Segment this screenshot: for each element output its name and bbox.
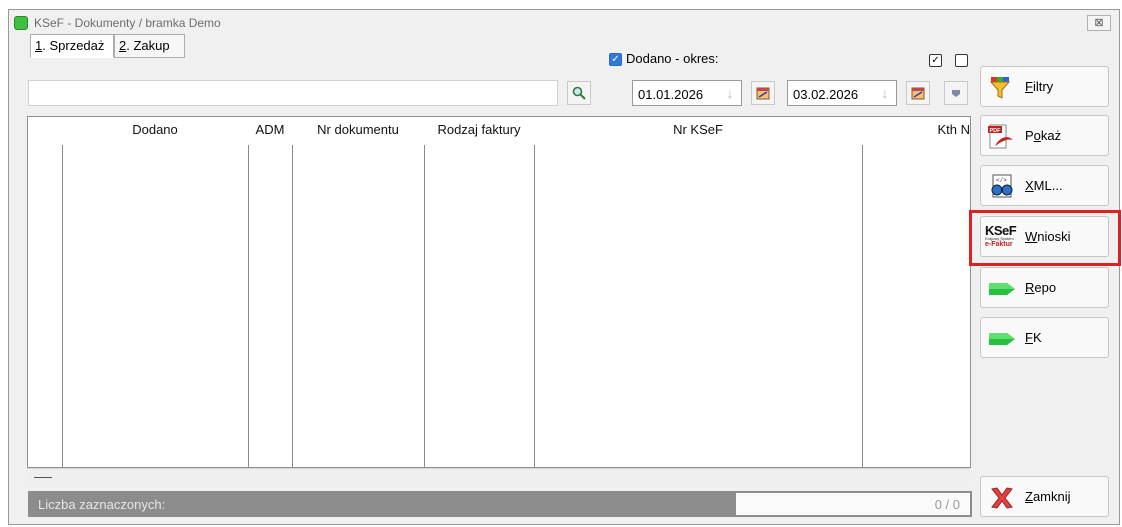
zamknij-label-rest: amknij [1032, 489, 1071, 504]
search-button[interactable] [567, 81, 591, 105]
pokaz-label: Pokaż [1025, 128, 1061, 143]
xml-button[interactable]: </> XML... [980, 165, 1109, 206]
fk-label-rest: K [1032, 330, 1042, 345]
pokaz-label-prefix: P [1025, 128, 1034, 143]
grid-footer-scroll[interactable] [28, 468, 970, 486]
pokaz-button[interactable]: PDF Pokaż [980, 115, 1109, 156]
date-to-spin-icon[interactable]: ↓ [878, 84, 892, 102]
pokaz-label-rest: każ [1040, 128, 1062, 143]
date-from-calendar-button[interactable] [751, 81, 775, 105]
status-count-box: 0 / 0 [736, 493, 970, 515]
deselect-all-checkbox[interactable] [955, 54, 968, 67]
tab-sprzedaz[interactable]: 1. Sprzedaż [30, 34, 114, 58]
search-input[interactable] [28, 80, 558, 106]
fk-label: FK [1025, 330, 1042, 345]
close-x-icon [991, 487, 1013, 509]
date-to-calendar-button[interactable] [906, 81, 930, 105]
tab-zakup-label: . Zakup [126, 38, 170, 53]
col-divider [424, 145, 425, 467]
fk-hotkey: F [1025, 330, 1033, 345]
filtry-hotkey: F [1025, 79, 1033, 94]
fk-button[interactable]: FK [980, 317, 1109, 358]
repo-button[interactable]: Repo [980, 267, 1109, 308]
range-label: Dodano - okres: [626, 51, 719, 66]
app-logo-icon [14, 16, 28, 30]
zamknij-button[interactable]: Zamknij [980, 476, 1109, 517]
window-title: KSeF - Dokumenty / bramka Demo [34, 16, 221, 30]
col-divider [248, 145, 249, 467]
chevron-down-icon [952, 90, 960, 97]
date-to-field[interactable]: 03.02.2026 ↓ [787, 80, 897, 106]
col-header-adm[interactable]: ADM [248, 122, 292, 137]
status-bar: Liczba zaznaczonych: 0 / 0 [28, 491, 972, 517]
date-from-value: 01.01.2026 [638, 87, 704, 102]
calendar-icon [756, 87, 770, 100]
green-arrow-icon [989, 333, 1015, 345]
tab-sprzedaz-label: . Sprzedaż [42, 38, 105, 53]
window-close-button[interactable]: ⊠ [1087, 15, 1111, 31]
col-divider [862, 145, 863, 467]
col-divider [292, 145, 293, 467]
xml-label-rest: ML... [1033, 178, 1063, 193]
col-header-nr-ksef[interactable]: Nr KSeF [534, 122, 862, 137]
date-from-spin-icon[interactable]: ↓ [723, 84, 737, 102]
col-header-nr-dokumentu[interactable]: Nr dokumentu [292, 122, 424, 137]
col-header-kth[interactable]: Kth N [908, 122, 970, 137]
repo-hotkey: R [1025, 280, 1035, 295]
date-from-field[interactable]: 01.01.2026 ↓ [632, 80, 742, 106]
pokaz-hotkey: o [1033, 128, 1041, 143]
green-arrow-icon [989, 283, 1015, 295]
date-to-value: 03.02.2026 [793, 87, 859, 102]
zamknij-hotkey: Z [1025, 489, 1033, 504]
selected-count-label: Liczba zaznaczonych: [38, 497, 166, 512]
xml-hotkey: X [1025, 178, 1034, 193]
filtry-label: Filtry [1025, 79, 1053, 94]
title-bar: KSeF - Dokumenty / bramka Demo ⊠ [9, 10, 1119, 36]
range-checkbox[interactable]: ✓ [609, 53, 622, 66]
tab-zakup[interactable]: 2. Zakup [114, 34, 185, 58]
pdf-icon: PDF [988, 124, 1013, 149]
pdf-badge-text: PDF [990, 128, 1002, 134]
documents-grid[interactable]: Dodano ADM Nr dokumentu Rodzaj faktury N… [27, 116, 971, 468]
selected-count-value: 0 / 0 [934, 497, 960, 512]
col-divider [534, 145, 535, 467]
svg-text:</>: </> [996, 177, 1007, 184]
filter-icon [989, 77, 1011, 99]
xml-icon: </> [991, 174, 1013, 198]
zamknij-label: Zamknij [1025, 489, 1071, 504]
col-header-dodano[interactable]: Dodano [62, 122, 248, 137]
repo-label: Repo [1025, 280, 1056, 295]
wnioski-highlight-frame [969, 210, 1121, 266]
filtry-label-rest: iltry [1032, 79, 1054, 94]
calendar-icon [911, 87, 925, 100]
scroll-handle[interactable] [34, 477, 52, 478]
col-divider [62, 145, 63, 467]
filter-options-button[interactable] [944, 81, 968, 105]
xml-label: XML... [1025, 178, 1063, 193]
magnifier-icon [572, 86, 586, 100]
select-all-checkbox[interactable]: ✓ [929, 54, 942, 67]
repo-label-rest: epo [1034, 280, 1057, 295]
col-header-rodzaj-faktury[interactable]: Rodzaj faktury [424, 122, 534, 137]
filtry-button[interactable]: Filtry [980, 66, 1109, 107]
